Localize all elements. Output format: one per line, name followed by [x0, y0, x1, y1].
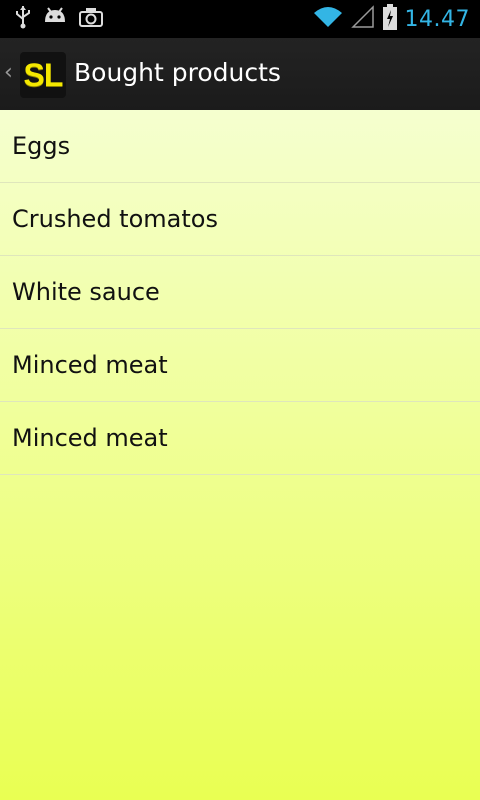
- status-time: 14.47: [404, 6, 470, 32]
- up-caret-icon[interactable]: ‹: [4, 60, 13, 85]
- product-list-area: Eggs Crushed tomatos White sauce Minced …: [0, 110, 480, 800]
- list-item[interactable]: Minced meat: [0, 329, 480, 402]
- list-item[interactable]: Eggs: [0, 110, 480, 183]
- app-logo[interactable]: SL: [20, 52, 66, 98]
- wifi-icon: [313, 5, 343, 33]
- status-bar: 14.47: [0, 0, 480, 38]
- list-item[interactable]: Crushed tomatos: [0, 183, 480, 256]
- product-list: Eggs Crushed tomatos White sauce Minced …: [0, 110, 480, 475]
- battery-charging-icon: [382, 4, 397, 34]
- usb-icon: [14, 5, 32, 33]
- list-item[interactable]: Minced meat: [0, 402, 480, 475]
- action-bar: ‹ SL Bought products: [0, 38, 480, 112]
- page-title: Bought products: [74, 58, 281, 87]
- signal-icon: [350, 5, 375, 33]
- list-item[interactable]: White sauce: [0, 256, 480, 329]
- android-debug-icon: [42, 6, 68, 32]
- camera-icon: [78, 6, 104, 32]
